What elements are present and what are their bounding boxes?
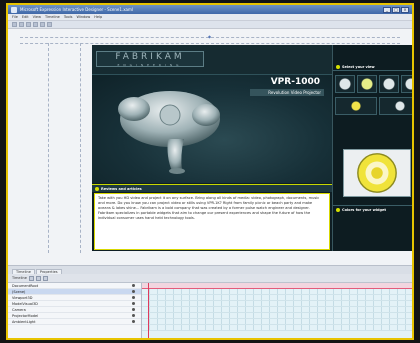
app-icon — [11, 6, 17, 13]
menu-view[interactable]: View — [33, 15, 41, 19]
timeline-toolbar: Timeline — [8, 274, 412, 283]
eye-icon[interactable] — [132, 308, 135, 311]
layout-guide — [20, 43, 400, 44]
menu-timeline[interactable]: Timeline — [45, 15, 60, 19]
view-thumbnail[interactable] — [401, 75, 412, 93]
eye-icon[interactable] — [132, 320, 135, 323]
tree-item-label: Camera — [12, 307, 26, 312]
guide-arrow-icon: ◆ — [208, 34, 212, 39]
toolbar — [8, 21, 412, 29]
tree-item[interactable]: AmbientLight — [8, 319, 141, 325]
view-selector-panel: Select your view Colors for your widget — [332, 45, 412, 251]
toolbar-button[interactable] — [47, 22, 52, 27]
panel-tabs: Timeline Properties — [8, 266, 412, 274]
selected-view-preview[interactable] — [343, 149, 411, 197]
eye-icon[interactable] — [132, 296, 135, 299]
projector-model-icon — [118, 91, 220, 174]
tab-timeline[interactable]: Timeline — [12, 269, 35, 274]
timeline-grid[interactable] — [142, 283, 412, 338]
view-thumbnail[interactable] — [379, 97, 412, 115]
about-section-bar: Reviews and articles — [92, 184, 332, 192]
tree-item-label: ProjectorModel — [12, 313, 39, 318]
section-bullet-icon — [336, 64, 340, 69]
eye-icon[interactable] — [132, 284, 135, 287]
app-window: Microsoft Expression Interactive Designe… — [6, 3, 414, 340]
tree-item-label: DocumentRoot — [12, 283, 39, 288]
select-view-header: Select your view — [333, 63, 412, 71]
menu-tools[interactable]: Tools — [64, 15, 73, 19]
menu-file[interactable]: File — [12, 15, 18, 19]
screenshot-frame: Microsoft Expression Interactive Designe… — [0, 0, 420, 343]
timeline-label: Timeline — [12, 276, 27, 280]
menu-edit[interactable]: Edit — [22, 15, 29, 19]
description-box[interactable]: Take with you HD video and project it on… — [94, 193, 330, 250]
title-bar[interactable]: Microsoft Expression Interactive Designe… — [8, 5, 412, 14]
tree-item-label: Viewport3D — [12, 295, 33, 300]
toolbar-button[interactable] — [12, 22, 17, 27]
tree-item-label: (Scene) — [12, 289, 26, 294]
close-button[interactable]: × — [401, 6, 409, 13]
colors-header: Colors for your widget — [333, 205, 412, 213]
product-tagline: Revolution Video Projector — [250, 89, 324, 96]
maximize-button[interactable]: □ — [392, 6, 400, 13]
toolbar-button[interactable] — [26, 22, 31, 27]
layout-guide — [80, 43, 81, 253]
tree-item-label: AmbientLight — [12, 319, 36, 324]
brand-name: FABRIKAM — [115, 52, 185, 62]
tab-properties[interactable]: Properties — [35, 269, 62, 274]
projector-front-icon — [357, 153, 397, 193]
play-button[interactable] — [28, 275, 34, 281]
minimize-button[interactable]: _ — [383, 6, 391, 13]
eye-icon[interactable] — [132, 314, 135, 317]
section-bullet-icon — [336, 207, 340, 212]
toolbar-button[interactable] — [19, 22, 24, 27]
keyframe-row[interactable] — [142, 325, 412, 331]
view-thumbnails — [335, 75, 412, 95]
section-label: Reviews and articles — [101, 186, 142, 191]
record-button[interactable] — [42, 275, 48, 281]
view-thumbnail[interactable] — [379, 75, 399, 93]
description-text: Take with you HD video and project it on… — [98, 196, 320, 220]
menu-window[interactable]: Window — [76, 15, 90, 19]
stop-button[interactable] — [35, 275, 41, 281]
view-thumbnail[interactable] — [335, 97, 377, 115]
window-controls: _ □ × — [383, 6, 409, 13]
toolbar-button[interactable] — [33, 22, 38, 27]
window-title: Microsoft Expression Interactive Designe… — [20, 7, 134, 12]
view-thumbnail[interactable] — [357, 75, 377, 93]
layout-guide — [48, 43, 49, 253]
section-bullet-icon — [95, 186, 99, 191]
section-label: Select your view — [342, 64, 375, 69]
object-tree: DocumentRoot (Scene) Viewport3D ModelVis… — [8, 283, 142, 338]
timeline-panel: Timeline Properties Timeline DocumentRoo… — [8, 265, 412, 338]
design-surface[interactable]: ◆ FABRIKAM ENGINEERING VPR-1000 Revoluti… — [8, 29, 412, 265]
artboard[interactable]: FABRIKAM ENGINEERING VPR-1000 Revolution… — [92, 45, 412, 251]
section-label: Colors for your widget — [342, 207, 387, 212]
tree-item-label: ModelVisual3D — [12, 301, 38, 306]
header-strip: FABRIKAM ENGINEERING — [92, 45, 332, 75]
eye-icon[interactable] — [132, 302, 135, 305]
view-thumbnails — [335, 97, 412, 115]
product-name: VPR-1000 — [270, 77, 320, 87]
eye-icon[interactable] — [132, 290, 135, 293]
view-thumbnail[interactable] — [335, 75, 355, 93]
toolbar-button[interactable] — [40, 22, 45, 27]
menu-bar: File Edit View Timeline Tools Window Hel… — [8, 14, 412, 21]
playhead[interactable] — [148, 283, 149, 338]
brand-subtitle: ENGINEERING — [117, 63, 183, 67]
menu-help[interactable]: Help — [94, 15, 102, 19]
brand-logo: FABRIKAM ENGINEERING — [96, 51, 204, 67]
